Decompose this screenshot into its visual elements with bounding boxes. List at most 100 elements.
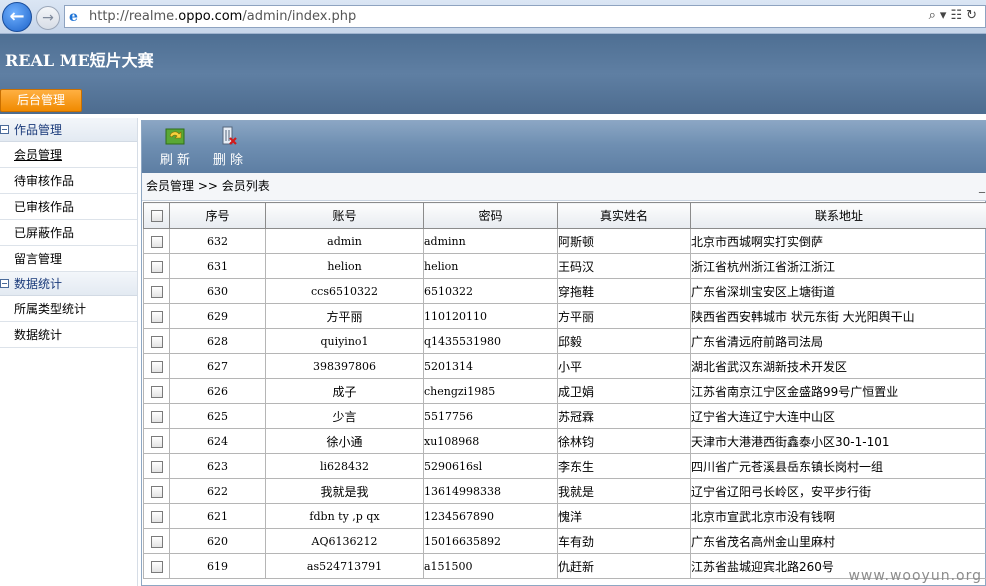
row-checkbox[interactable] (150, 310, 163, 323)
sidebar-item-approved[interactable]: 已审核作品 (0, 194, 137, 220)
sidebar-item-data-stats[interactable]: 数据统计 (0, 322, 137, 348)
back-button[interactable]: ← (2, 2, 32, 32)
sidebar-item-members[interactable]: 会员管理 (0, 142, 137, 168)
row-checkbox[interactable] (150, 260, 163, 273)
sidebar-item-pending[interactable]: 待审核作品 (0, 168, 137, 194)
col-header-id[interactable]: 序号 (169, 202, 266, 229)
row-checkbox[interactable] (150, 485, 163, 498)
col-header-password[interactable]: 密码 (423, 202, 558, 229)
row-select-cell (143, 528, 170, 554)
cell-password: 5517756 (423, 403, 558, 429)
url-text: http://realme.oppo.com/admin/index.php (89, 9, 357, 24)
cell-id: 621 (169, 503, 266, 529)
row-select-cell (143, 428, 170, 454)
row-checkbox[interactable] (150, 410, 163, 423)
row-checkbox[interactable] (150, 460, 163, 473)
cell-id: 628 (169, 328, 266, 354)
cell-account: helion (265, 253, 424, 279)
breadcrumb-text: 会员管理 >> 会员列表 (146, 179, 270, 193)
sidebar-item-messages[interactable]: 留言管理 (0, 246, 137, 272)
cell-address: 广东省茂名高州金山里麻村 (690, 528, 986, 554)
row-checkbox[interactable] (150, 385, 163, 398)
col-header-realname[interactable]: 真实姓名 (557, 202, 691, 229)
row-select-cell (143, 403, 170, 429)
compat-view-icon[interactable]: ☷ (950, 8, 966, 23)
cell-account: li628432 (265, 453, 424, 479)
refresh-button[interactable]: 刷 新 (155, 125, 195, 168)
ie-page-icon: e (69, 9, 78, 25)
table-row[interactable]: 630 ccs6510322 6510322 穿拖鞋 广东省深圳宝安区上塘街道 (143, 278, 986, 304)
cell-account: 少言 (265, 403, 424, 429)
cell-account: 方平丽 (265, 303, 424, 329)
cell-password: 1234567890 (423, 503, 558, 529)
address-bar[interactable]: e http://realme.oppo.com/admin/index.php… (64, 5, 986, 28)
row-checkbox[interactable] (150, 435, 163, 448)
dropdown-icon[interactable]: ▾ (940, 8, 951, 23)
sidebar-item-type-stats[interactable]: 所属类型统计 (0, 296, 137, 322)
sidebar-group-works[interactable]: 作品管理 (0, 118, 137, 142)
cell-id: 619 (169, 553, 266, 579)
row-checkbox[interactable] (150, 535, 163, 548)
row-checkbox[interactable] (150, 235, 163, 248)
minimize-icon[interactable]: _ (979, 173, 985, 199)
search-icon[interactable]: ⌕ (929, 8, 940, 23)
cell-address: 天津市大港港西街鑫泰小区30-1-101 (690, 428, 986, 454)
col-header-account[interactable]: 账号 (265, 202, 424, 229)
row-checkbox[interactable] (150, 360, 163, 373)
sidebar: 作品管理 会员管理 待审核作品 已审核作品 已屏蔽作品 留言管理 数据统计 所属… (0, 118, 138, 586)
cell-address: 湖北省武汉东湖新技术开发区 (690, 353, 986, 379)
sidebar-item-blocked[interactable]: 已屏蔽作品 (0, 220, 137, 246)
refresh-icon[interactable]: ↻ (966, 8, 981, 23)
cell-address: 辽宁省辽阳弓长岭区，安平步行街 (690, 478, 986, 504)
cell-id: 620 (169, 528, 266, 554)
table-row[interactable]: 628 quiyino1 q1435531980 邱毅 广东省清远府前路司法局 (143, 328, 986, 354)
table-row[interactable]: 623 li628432 5290616sl 李东生 四川省广元苍溪县岳东镇长岗村一组 (143, 453, 986, 479)
row-select-cell (143, 228, 170, 254)
cell-password: a151500 (423, 553, 558, 579)
collapse-icon[interactable] (0, 125, 9, 134)
row-checkbox[interactable] (150, 510, 163, 523)
cell-id: 630 (169, 278, 266, 304)
row-checkbox[interactable] (150, 335, 163, 348)
cell-realname: 阿斯顿 (557, 228, 691, 254)
row-select-cell (143, 503, 170, 529)
cell-address: 四川省广元苍溪县岳东镇长岗村一组 (690, 453, 986, 479)
row-select-cell (143, 253, 170, 279)
table-row[interactable]: 629 方平丽 110120110 方平丽 陕西省西安韩城市 状元东街 大光阳舆干山 (143, 303, 986, 329)
table-row[interactable]: 631 helion helion 王码汉 浙江省杭州浙江省浙江浙江 (143, 253, 986, 279)
table-row[interactable]: 625 少言 5517756 苏冠霖 辽宁省大连辽宁大连中山区 (143, 403, 986, 429)
cell-account: as524713791 (265, 553, 424, 579)
forward-button[interactable]: → (36, 6, 60, 30)
cell-password: 5290616sl (423, 453, 558, 479)
col-header-address[interactable]: 联系地址 (690, 202, 986, 229)
table-row[interactable]: 620 AQ6136212 15016635892 车有劲 广东省茂名高州金山里麻村 (143, 528, 986, 554)
cell-address: 辽宁省大连辽宁大连中山区 (690, 403, 986, 429)
cell-password: chengzi1985 (423, 378, 558, 404)
delete-button[interactable]: 删 除 (208, 125, 248, 168)
table-row[interactable]: 621 fdbn ty ,p qx 1234567890 愧洋 北京市宣武北京市没有钱啊 (143, 503, 986, 529)
cell-account: fdbn ty ,p qx (265, 503, 424, 529)
row-select-cell (143, 478, 170, 504)
cell-realname: 穿拖鞋 (557, 278, 691, 304)
table-row[interactable]: 626 成子 chengzi1985 成卫娟 江苏省南京江宁区金盛路99号广恒置业 (143, 378, 986, 404)
cell-realname: 方平丽 (557, 303, 691, 329)
collapse-icon[interactable] (0, 279, 9, 288)
row-checkbox[interactable] (150, 560, 163, 573)
table-row[interactable]: 627 398397806 5201314 小平 湖北省武汉东湖新技术开发区 (143, 353, 986, 379)
table-row[interactable]: 632 admin adminn 阿斯顿 北京市西城啊实打实倒萨 (143, 228, 986, 254)
row-select-cell (143, 353, 170, 379)
cell-password: 15016635892 (423, 528, 558, 554)
refresh-icon (165, 128, 185, 145)
row-select-cell (143, 553, 170, 579)
row-checkbox[interactable] (150, 285, 163, 298)
sidebar-group-stats[interactable]: 数据统计 (0, 272, 137, 296)
cell-id: 627 (169, 353, 266, 379)
table-row[interactable]: 624 徐小通 xu108968 徐林钧 天津市大港港西街鑫泰小区30-1-101 (143, 428, 986, 454)
table-row[interactable]: 622 我就是我 13614998338 我就是 辽宁省辽阳弓长岭区，安平步行街 (143, 478, 986, 504)
cell-id: 631 (169, 253, 266, 279)
row-select-cell (143, 378, 170, 404)
cell-address: 广东省清远府前路司法局 (690, 328, 986, 354)
select-all-checkbox[interactable] (150, 210, 163, 222)
cell-realname: 小平 (557, 353, 691, 379)
admin-tab-button[interactable]: 后台管理 (0, 89, 82, 112)
